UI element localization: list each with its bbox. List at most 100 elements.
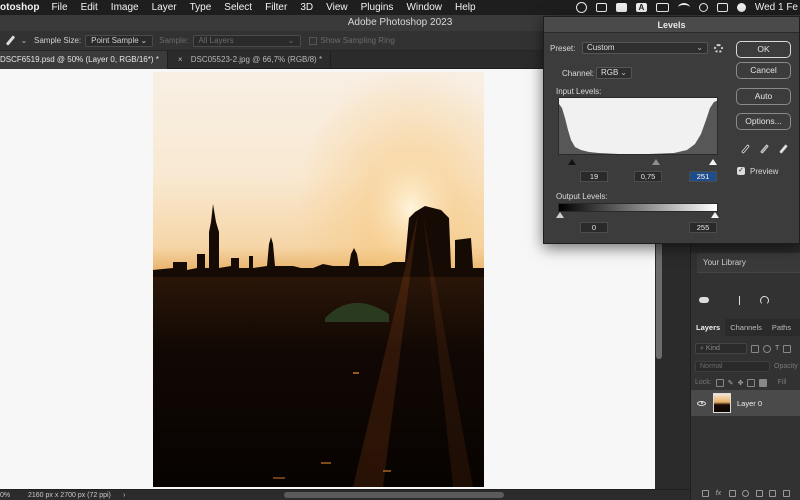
output-white-field[interactable]: 255	[689, 222, 717, 233]
menu-select[interactable]: Select	[224, 2, 252, 13]
output-black-field[interactable]: 0	[580, 222, 608, 233]
layer-row[interactable]: Layer 0	[691, 390, 800, 416]
layers-footer: fx	[691, 487, 800, 500]
input-gamma-slider[interactable]	[652, 159, 660, 165]
sample-size-label: Sample Size:	[34, 36, 82, 45]
tab-layers[interactable]: Layers	[691, 319, 726, 336]
blend-mode-select[interactable]: Normal	[695, 361, 770, 372]
status-chevron-icon[interactable]: ›	[123, 492, 143, 499]
trash-icon[interactable]	[782, 490, 790, 497]
adjustment-icon[interactable]	[742, 490, 750, 497]
tab-paths[interactable]: Paths	[767, 319, 796, 336]
menu-window[interactable]: Window	[406, 2, 442, 13]
eye-icon[interactable]	[697, 400, 706, 406]
tab-dsc05523[interactable]: × DSC05523-2.jpg @ 66,7% (RGB/8) *	[168, 51, 332, 69]
channel-value: RGB	[601, 68, 619, 77]
menu-file[interactable]: File	[51, 2, 67, 13]
preset-value: Custom	[587, 43, 615, 52]
chevron-down-icon: ⌄	[140, 35, 148, 45]
tool-preset-chevron-icon[interactable]: ⌄	[20, 36, 28, 45]
chevron-down-icon: ⌄	[696, 43, 703, 52]
fx-icon[interactable]: fx	[716, 490, 723, 497]
sampling-ring-checkbox[interactable]	[308, 36, 317, 45]
input-white-field[interactable]: 251	[689, 171, 717, 182]
output-white-slider[interactable]	[711, 212, 719, 218]
sample-size-select[interactable]: Point Sample ⌄	[85, 34, 154, 47]
tab-channels[interactable]: Channels	[725, 319, 767, 336]
menu-image[interactable]: Image	[111, 2, 139, 13]
auto-button[interactable]: Auto	[736, 88, 791, 105]
kind-filter-label: Kind	[705, 345, 720, 352]
filter-type-icon[interactable]: T	[775, 345, 779, 352]
kind-filter-select[interactable]: ⌕ Kind	[695, 343, 747, 354]
link-icon[interactable]	[702, 490, 710, 497]
sample-value: All Layers	[198, 35, 234, 45]
input-gamma-field[interactable]: 0,75	[634, 171, 662, 182]
zoom-level[interactable]: 0%	[0, 492, 28, 499]
document-photo[interactable]	[153, 72, 484, 487]
lock-paint-icon[interactable]: ✎	[728, 379, 734, 387]
preset-select[interactable]: Custom ⌄	[582, 42, 708, 54]
menu-filter[interactable]: Filter	[265, 2, 287, 13]
menu-layer[interactable]: Layer	[152, 2, 177, 13]
preset-label: Preset:	[550, 44, 576, 53]
eyedropper-tool-icon[interactable]	[0, 32, 20, 50]
menu-view[interactable]: View	[326, 2, 348, 13]
user-icon[interactable]	[736, 3, 746, 12]
cancel-button[interactable]: Cancel	[736, 62, 791, 79]
gear-icon[interactable]	[714, 44, 723, 53]
lock-move-icon[interactable]: ✥	[738, 379, 744, 387]
output-black-slider[interactable]	[556, 212, 564, 218]
menu-plugins[interactable]: Plugins	[361, 2, 394, 13]
sync-icon[interactable]	[760, 295, 769, 305]
ok-button[interactable]: OK	[736, 41, 791, 58]
input-black-field[interactable]: 19	[580, 171, 608, 182]
window-icon[interactable]	[615, 3, 627, 12]
battery-icon[interactable]	[655, 3, 669, 12]
lock-artboard-icon[interactable]	[747, 378, 756, 387]
close-icon[interactable]: ×	[178, 55, 183, 64]
menu-edit[interactable]: Edit	[81, 2, 98, 13]
layer-filter-row: ⌕ Kind T	[691, 342, 800, 355]
canvas-horizontal-scrollbar[interactable]	[284, 492, 504, 498]
sample-select[interactable]: All Layers ⌄	[192, 34, 301, 47]
preview-label: Preview	[750, 167, 779, 176]
menu-help[interactable]: Help	[455, 2, 476, 13]
menu-type[interactable]: Type	[190, 2, 212, 13]
menu-3d[interactable]: 3D	[300, 2, 313, 13]
layer-name[interactable]: Layer 0	[737, 399, 762, 408]
preview-checkbox[interactable]: ✓	[737, 167, 745, 175]
adobe-a-icon[interactable]: A	[635, 3, 647, 12]
filter-adjustment-icon[interactable]	[763, 344, 771, 353]
black-eyedropper-icon[interactable]	[741, 144, 750, 154]
creative-cloud-icon[interactable]	[575, 2, 587, 13]
stack-icon[interactable]	[595, 3, 607, 12]
lock-all-icon[interactable]	[759, 378, 768, 387]
folder-icon[interactable]	[755, 490, 763, 497]
menu-app-name[interactable]: otoshop	[0, 2, 39, 13]
input-black-slider[interactable]	[568, 159, 576, 165]
histogram-graph	[559, 100, 717, 154]
siri-icon[interactable]	[698, 3, 708, 12]
input-white-slider[interactable]	[709, 159, 717, 165]
cloud-icon[interactable]	[699, 297, 709, 303]
menu-clock[interactable]: Wed 1 Fe	[755, 2, 798, 13]
tab-label: DSCF6519.psd @ 50% (Layer 0, RGB/16*) *	[0, 55, 159, 64]
filter-pixel-icon[interactable]	[751, 344, 759, 353]
wifi-icon[interactable]	[677, 3, 690, 12]
channel-select[interactable]: RGB ⌄	[596, 67, 632, 79]
levels-title: Levels	[544, 17, 799, 33]
photoshop-screen: { "menubar": { "app_name": "otoshop", "i…	[0, 0, 800, 500]
library-select[interactable]: Your Library	[697, 253, 800, 273]
layer-thumbnail[interactable]	[713, 393, 731, 413]
gray-eyedropper-icon[interactable]	[760, 144, 769, 154]
layers-panel-tabs: Layers Channels Paths	[691, 319, 800, 336]
lock-transparent-icon[interactable]	[715, 378, 724, 387]
white-eyedropper-icon[interactable]	[779, 144, 788, 154]
new-layer-icon[interactable]	[769, 490, 777, 497]
mask-icon[interactable]	[729, 490, 737, 497]
options-button[interactable]: Options...	[736, 113, 791, 130]
control-center-icon[interactable]	[716, 3, 728, 12]
tab-dscf6519[interactable]: DSCF6519.psd @ 50% (Layer 0, RGB/16*) *	[0, 51, 168, 69]
filter-shape-icon[interactable]	[783, 344, 792, 353]
